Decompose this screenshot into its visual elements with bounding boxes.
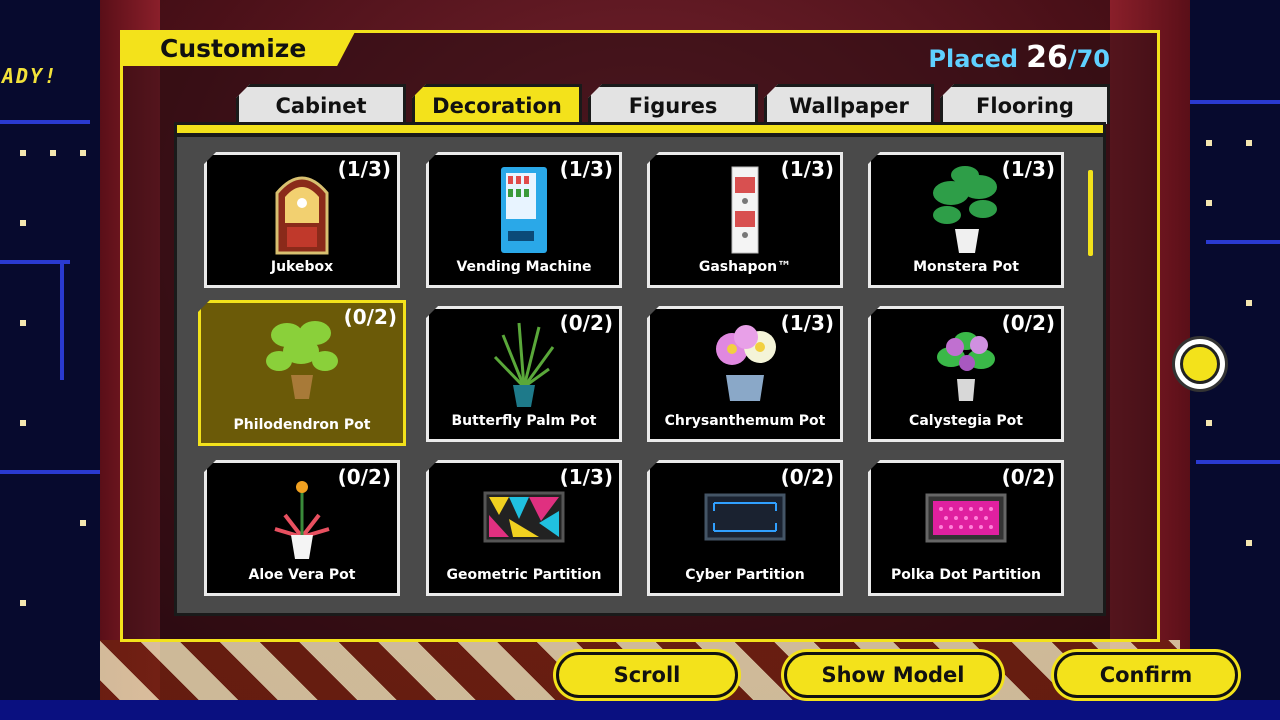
item-name: Cyber Partition — [685, 567, 805, 583]
item-count: (1/3) — [559, 465, 613, 489]
tab-cabinet[interactable]: Cabinet — [236, 84, 406, 124]
calystegia-pot-icon — [937, 332, 995, 401]
philodendron-pot-icon — [266, 321, 338, 399]
item-card-philodendron-pot[interactable]: (0/2) Philodendron Pot — [198, 300, 406, 446]
item-name: Aloe Vera Pot — [248, 567, 356, 583]
aloe-vera-pot-icon — [274, 481, 330, 559]
polka-dot-partition-icon — [925, 493, 1007, 543]
geometric-partition-icon — [483, 491, 565, 543]
category-tabs: Cabinet Decoration Figures Wallpaper Flo… — [236, 84, 1110, 124]
item-card-chrysanthemum-pot[interactable]: (1/3) Chrysanthemum Pot — [647, 306, 843, 442]
item-count: (0/2) — [1001, 311, 1055, 335]
item-card-geometric-partition[interactable]: (1/3) Geometric Partition — [426, 460, 622, 596]
item-name: Vending Machine — [456, 259, 592, 275]
confirm-button[interactable]: Confirm — [1054, 652, 1238, 698]
page-title: Customize — [160, 33, 307, 63]
item-count: (1/3) — [1001, 157, 1055, 181]
gashapon-icon — [731, 166, 759, 254]
item-name: Monstera Pot — [913, 259, 1019, 275]
chrysanthemum-pot-icon — [716, 325, 776, 401]
item-card-polka-dot-partition[interactable]: (0/2) Polka Dot Partition — [868, 460, 1064, 596]
item-name: Gashapon™ — [698, 259, 792, 275]
item-card-butterfly-palm-pot[interactable]: (0/2) Butterfly Palm Pot — [426, 306, 622, 442]
item-name: Butterfly Palm Pot — [451, 413, 597, 429]
grid-scrollbar[interactable] — [1088, 170, 1093, 256]
butterfly-palm-pot-icon — [493, 322, 555, 407]
tab-wallpaper[interactable]: Wallpaper — [764, 84, 934, 124]
pac-man-icon — [1172, 336, 1228, 392]
item-count: (1/3) — [337, 157, 391, 181]
cyber-partition-icon — [704, 493, 786, 541]
item-card-gashapon[interactable]: (1/3) Gashapon™ — [647, 152, 843, 288]
placed-total: /70 — [1067, 45, 1110, 73]
item-card-vending-machine[interactable]: (1/3) Vending Machine — [426, 152, 622, 288]
placed-counter: Placed 26/70 — [928, 40, 1110, 75]
item-name: Philodendron Pot — [233, 417, 371, 433]
item-count: (0/2) — [337, 465, 391, 489]
scroll-button[interactable]: Scroll — [556, 652, 738, 698]
item-name: Chrysanthemum Pot — [664, 413, 826, 429]
item-count: (1/3) — [559, 157, 613, 181]
monstera-pot-icon — [933, 166, 997, 253]
item-count: (0/2) — [559, 311, 613, 335]
customize-title-tab: Customize — [120, 30, 356, 66]
item-card-jukebox[interactable]: (1/3) Jukebox — [204, 152, 400, 288]
item-card-aloe-vera-pot[interactable]: (0/2) Aloe Vera Pot — [204, 460, 400, 596]
item-card-monstera-pot[interactable]: (1/3) Monstera Pot — [868, 152, 1064, 288]
tab-decoration[interactable]: Decoration — [412, 84, 582, 124]
item-name: Polka Dot Partition — [891, 567, 1041, 583]
item-count: (1/3) — [780, 157, 834, 181]
item-name: Calystegia Pot — [909, 413, 1023, 429]
placed-label: Placed — [928, 45, 1019, 73]
item-card-cyber-partition[interactable]: (0/2) Cyber Partition — [647, 460, 843, 596]
item-count: (0/2) — [343, 305, 397, 329]
placed-current: 26 — [1026, 40, 1068, 75]
jukebox-icon — [275, 176, 329, 255]
vending-machine-icon — [501, 167, 547, 253]
show-model-button[interactable]: Show Model — [784, 652, 1002, 698]
tab-figures[interactable]: Figures — [588, 84, 758, 124]
item-name: Jukebox — [270, 259, 334, 275]
background-ready-text: ADY! — [2, 64, 59, 88]
item-count: (0/2) — [780, 465, 834, 489]
item-count: (0/2) — [1001, 465, 1055, 489]
item-count: (1/3) — [780, 311, 834, 335]
tab-flooring[interactable]: Flooring — [940, 84, 1110, 124]
background-stripe — [0, 700, 1280, 720]
item-name: Geometric Partition — [446, 567, 602, 583]
item-card-calystegia-pot[interactable]: (0/2) Calystegia Pot — [868, 306, 1064, 442]
